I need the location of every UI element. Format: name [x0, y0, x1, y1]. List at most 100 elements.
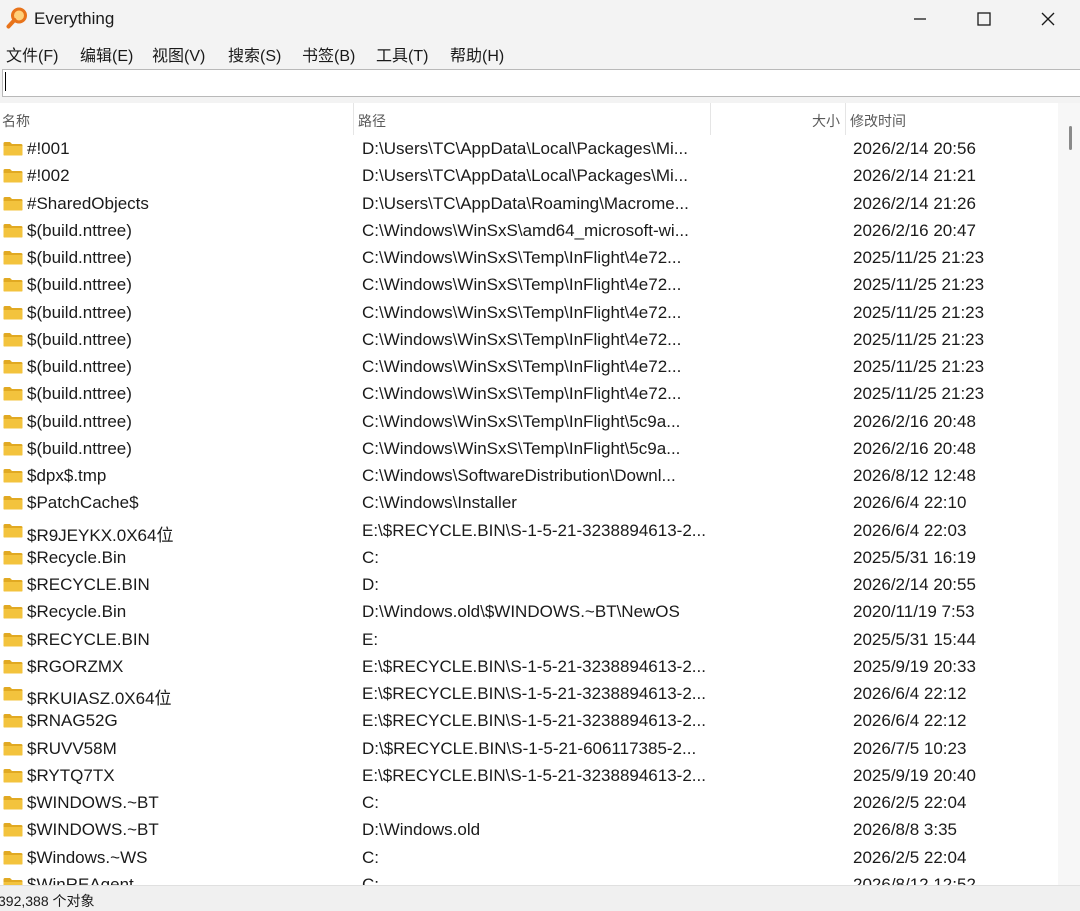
menu-search[interactable]: 搜索(S): [228, 42, 281, 66]
close-button[interactable]: [1016, 0, 1080, 38]
file-path: C:\Windows\WinSxS\Temp\InFlight\4e72...: [362, 248, 682, 267]
column-name-header[interactable]: 名称: [2, 111, 30, 131]
menu-view[interactable]: 视图(V): [152, 42, 205, 66]
file-name: $(build.nttree): [27, 302, 132, 322]
file-modified: 2025/9/19 20:40: [853, 765, 976, 785]
file-path: C:: [362, 793, 379, 812]
file-path: D:\Windows.old: [362, 820, 481, 840]
vertical-scrollbar[interactable]: [1058, 103, 1080, 885]
column-path-header[interactable]: 路径: [358, 111, 386, 131]
table-row[interactable]: $dpx$.tmp C:\Windows\SoftwareDistribution…: [0, 462, 1058, 489]
table-row[interactable]: $(build.nttree) C:\Windows\WinSxS\Temp\In…: [0, 244, 1058, 271]
minimize-button[interactable]: [888, 0, 952, 38]
table-row[interactable]: #SharedObjects D:\Users\TC\AppData\Roamin…: [0, 190, 1058, 217]
folder-icon: [3, 523, 23, 537]
file-name: #SharedObjects: [27, 193, 149, 213]
search-input[interactable]: [2, 69, 1080, 97]
table-row[interactable]: $(build.nttree) C:\Windows\WinSxS\Temp\In…: [0, 353, 1058, 380]
column-divider[interactable]: [845, 103, 846, 135]
column-header: 名称 路径 大小 修改时间: [0, 103, 1058, 135]
folder-icon: [3, 550, 23, 565]
file-name: $RGORZMX: [27, 656, 124, 676]
scrollbar-thumb[interactable]: [1069, 126, 1072, 150]
file-path: D:\Windows.old\$WINDOWS.~BT\NewOS: [362, 602, 680, 622]
file-modified: 2025/5/31 16:19: [853, 547, 976, 567]
column-divider[interactable]: [710, 103, 711, 135]
file-modified: 2026/2/16 20:48: [853, 438, 976, 458]
folder-icon: [3, 387, 23, 401]
table-row[interactable]: #!002 D:\Users\TC\AppData\Local\Packages\…: [0, 162, 1058, 189]
window-title: Everything: [34, 9, 115, 28]
folder-icon: [3, 850, 23, 864]
table-row[interactable]: $Recycle.Bin D:\Windows.old\$WINDOWS.~BT\…: [0, 598, 1058, 625]
folder-icon: [3, 632, 23, 646]
table-row[interactable]: $RECYCLE.BIN D: 2026/2/14 20:55: [0, 571, 1058, 598]
file-modified: 2026/8/8 3:35: [853, 820, 957, 840]
table-row[interactable]: $(build.nttree) C:\Windows\WinSxS\Temp\In…: [0, 435, 1058, 462]
menu-bookmarks[interactable]: 书签(B): [302, 42, 355, 66]
table-row[interactable]: $RNAG52G E:\$RECYCLE.BIN\S-1-5-21-3238894…: [0, 707, 1058, 734]
table-row[interactable]: $WINDOWS.~BT D:\Windows.old 2026/8/8 3:35: [0, 816, 1058, 843]
table-row[interactable]: $PatchCache$ C:\Windows\Installer 2026/6/4…: [0, 489, 1058, 516]
file-list: #!001 D:\Users\TC\AppData\Local\Packages\…: [0, 135, 1058, 885]
file-path: E:\$RECYCLE.BIN\S-1-5-21-3238894613-2...: [362, 656, 706, 676]
file-modified: 2025/11/25 21:23: [853, 329, 985, 349]
file-modified: 2025/9/19 20:33: [853, 656, 976, 676]
file-name: $(build.nttree): [27, 438, 132, 458]
file-name: $(build.nttree): [27, 275, 132, 295]
table-row[interactable]: #!001 D:\Users\TC\AppData\Local\Packages\…: [0, 135, 1058, 162]
file-modified: 2026/2/14 21:21: [853, 166, 976, 186]
file-name: $(build.nttree): [27, 411, 132, 431]
file-modified: 2026/2/16 20:47: [853, 220, 976, 240]
file-path: C:\Windows\WinSxS\Temp\InFlight\4e72...: [362, 329, 682, 349]
file-name: $RYTQ7TX: [27, 765, 115, 785]
menu-file[interactable]: 文件(F): [6, 42, 58, 66]
file-modified: 2026/6/4 22:03: [853, 520, 967, 540]
table-row[interactable]: $(build.nttree) C:\Windows\WinSxS\Temp\In…: [0, 271, 1058, 298]
folder-icon: [3, 414, 23, 428]
table-row[interactable]: $Recycle.Bin C: 2025/5/31 16:19: [0, 544, 1058, 571]
table-row[interactable]: $Windows.~WS C: 2026/2/5 22:04: [0, 844, 1058, 871]
table-row[interactable]: $(build.nttree) C:\Windows\WinSxS\Temp\In…: [0, 380, 1058, 407]
status-bar: 392,388 个对象: [0, 885, 1080, 911]
menu-help[interactable]: 帮助(H): [450, 42, 504, 66]
table-row[interactable]: $WINDOWS.~BT C: 2026/2/5 22:04: [0, 789, 1058, 816]
folder-icon: [3, 142, 23, 156]
folder-icon: [3, 687, 23, 701]
file-modified: 2026/7/5 10:23: [853, 738, 967, 758]
maximize-button[interactable]: [952, 0, 1016, 38]
table-row[interactable]: $(build.nttree) C:\Windows\WinSxS\Temp\In…: [0, 326, 1058, 353]
folder-icon: [3, 169, 23, 183]
file-path: C:: [362, 847, 379, 867]
file-path: C:: [362, 874, 379, 885]
file-name: $Recycle.Bin: [27, 547, 127, 567]
file-path: D:\Users\TC\AppData\Local\Packages\Mi...: [362, 139, 688, 158]
file-modified: 2026/6/4 22:10: [853, 493, 967, 513]
file-path: C:\Windows\Installer: [362, 493, 517, 513]
menu-tools[interactable]: 工具(T): [376, 42, 428, 66]
table-row[interactable]: $(build.nttree) C:\Windows\WinSxS\Temp\In…: [0, 299, 1058, 326]
table-row[interactable]: $RKUIASZ.0X64位 E:\$RECYCLE.BIN\S-1-5-21-3…: [0, 680, 1058, 708]
column-divider[interactable]: [353, 103, 354, 135]
table-row[interactable]: $(build.nttree) C:\Windows\WinSxS\amd64_m…: [0, 217, 1058, 244]
file-name: $WINDOWS.~BT: [27, 820, 159, 840]
file-modified: 2025/11/25 21:23: [853, 302, 985, 322]
column-modified-header[interactable]: 修改时间: [850, 111, 906, 131]
table-row[interactable]: $R9JEYKX.0X64位 E:\$RECYCLE.BIN\S-1-5-21-3…: [0, 517, 1058, 545]
file-path: C:\Windows\WinSxS\Temp\InFlight\4e72...: [362, 384, 682, 404]
menu-edit[interactable]: 编辑(E): [80, 42, 133, 66]
title-bar: Everything: [0, 0, 1080, 38]
file-modified: 2026/8/12 12:48: [853, 466, 976, 485]
table-row[interactable]: $RUVV58M D:\$RECYCLE.BIN\S-1-5-21-6061173…: [0, 735, 1058, 762]
table-row[interactable]: $RYTQ7TX E:\$RECYCLE.BIN\S-1-5-21-3238894…: [0, 762, 1058, 789]
file-name: $WINDOWS.~BT: [27, 793, 159, 812]
file-name: $RUVV58M: [27, 738, 117, 758]
file-path: C:\Windows\WinSxS\Temp\InFlight\5c9a...: [362, 438, 681, 458]
table-row[interactable]: $WinREAgent C: 2026/8/12 12:52: [0, 871, 1058, 885]
folder-icon: [3, 196, 23, 210]
column-size-header[interactable]: 大小: [812, 111, 840, 131]
table-row[interactable]: $(build.nttree) C:\Windows\WinSxS\Temp\In…: [0, 408, 1058, 435]
table-row[interactable]: $RECYCLE.BIN E: 2025/5/31 15:44: [0, 626, 1058, 653]
table-row[interactable]: $RGORZMX E:\$RECYCLE.BIN\S-1-5-21-3238894…: [0, 653, 1058, 680]
folder-icon: [3, 496, 23, 510]
